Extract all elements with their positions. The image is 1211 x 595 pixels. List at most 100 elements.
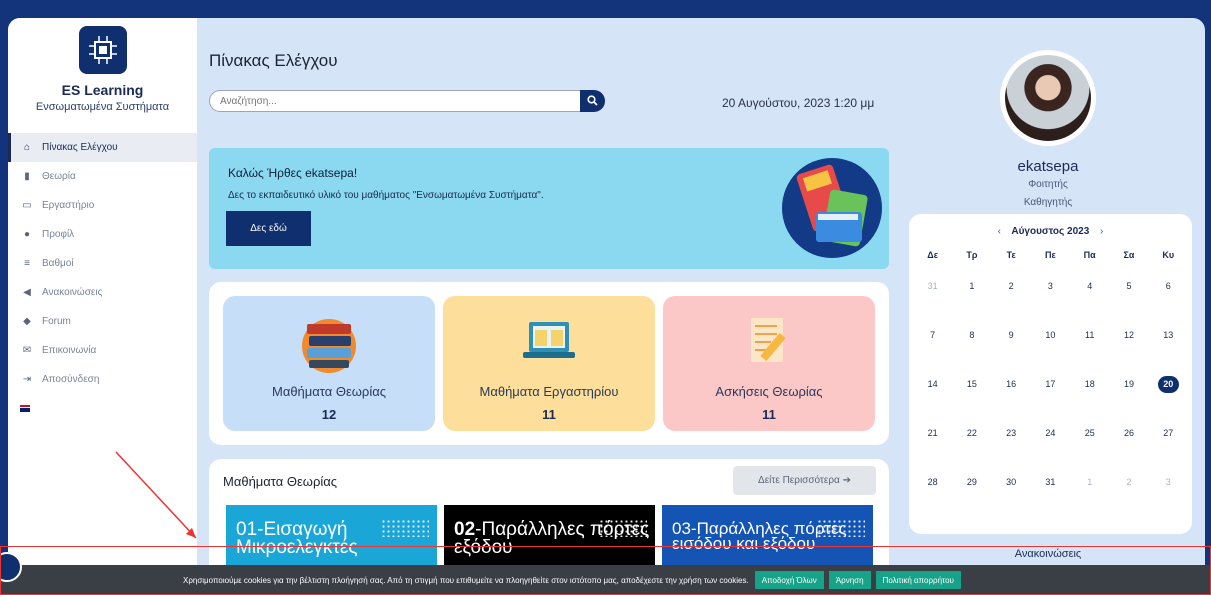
sidebar-item-label: Θεωρία	[42, 171, 76, 182]
calendar-day[interactable]: 3	[1031, 268, 1070, 317]
calendar-day[interactable]: 31	[1031, 464, 1070, 513]
stat-label: Μαθήματα Εργαστηρίου	[479, 384, 619, 399]
see-more-button[interactable]: Δείτε Περισσότερα ➔	[733, 466, 876, 495]
calendar-day[interactable]: 2	[1109, 464, 1148, 513]
see-here-button[interactable]: Δες εδώ	[226, 211, 311, 246]
announcements-label: Ανακοινώσεις	[1014, 548, 1082, 560]
sidebar-item-logout[interactable]: ⇥ Αποσύνδεση	[8, 365, 197, 394]
calendar-day[interactable]: 22	[952, 415, 991, 464]
current-datetime: 20 Αυγούστου, 2023 1:20 μμ	[722, 96, 875, 110]
calendar-day[interactable]: 17	[1031, 366, 1070, 415]
weekday-label: Πε	[1045, 250, 1056, 260]
books-stack-icon	[302, 319, 356, 373]
calendar-day[interactable]: 16	[992, 366, 1031, 415]
sidebar-item-label: Προφίλ	[42, 229, 75, 240]
calendar-week: 31 1 2 3 4 5 6	[913, 268, 1188, 317]
calendar-day[interactable]: 1	[952, 268, 991, 317]
calendar-grid: Δε Τρ Τε Πε Πα Σα Κυ 31 1 2 3 4 5 6 7 8 9 10 11 12 13 14 15 16 1…	[913, 250, 1188, 513]
calendar-day[interactable]: 18	[1070, 366, 1109, 415]
sidebar: ES Learning Ενσωματωμένα Συστήματα ⌂ Πίν…	[8, 18, 197, 595]
calendar-day[interactable]: 2	[992, 268, 1031, 317]
calendar-day[interactable]: 7	[913, 317, 952, 366]
dot-pattern-icon	[599, 519, 647, 537]
search-icon	[587, 94, 598, 106]
stat-label: Ασκήσεις Θεωρίας	[715, 384, 823, 399]
search-bar	[209, 90, 605, 112]
cookie-banner: Χρησιμοποιούμε cookies για την βέλτιστη …	[0, 565, 1211, 595]
home-icon: ⌂	[23, 142, 31, 153]
calendar-day[interactable]: 27	[1149, 415, 1188, 464]
profile-username: ekatsepa	[1017, 158, 1079, 175]
sidebar-item-contact[interactable]: ✉ Επικοινωνία	[8, 336, 197, 365]
sidebar-item-grades[interactable]: ≡ Βαθμοί	[8, 249, 197, 278]
calendar-day[interactable]: 21	[913, 415, 952, 464]
calendar-day[interactable]: 30	[992, 464, 1031, 513]
calendar-day[interactable]: 26	[1109, 415, 1148, 464]
privacy-policy-button[interactable]: Πολιτική απορρήτου	[875, 571, 961, 589]
calendar-day[interactable]: 15	[952, 366, 991, 415]
calendar-day[interactable]: 1	[1070, 464, 1109, 513]
stat-theory-courses[interactable]: Μαθήματα Θεωρίας 12	[223, 296, 435, 431]
calendar-day[interactable]: 14	[913, 366, 952, 415]
language-switch[interactable]	[8, 394, 197, 423]
sidebar-item-label: Αποσύνδεση	[42, 374, 100, 385]
section-title: Μαθήματα Θεωρίας	[223, 474, 338, 489]
logout-icon: ⇥	[22, 374, 32, 385]
profile-role-student: Φοιτητής	[1028, 179, 1068, 190]
sidebar-item-lab[interactable]: ▭ Εργαστήριο	[8, 191, 197, 220]
calendar-day[interactable]: 31	[913, 268, 952, 317]
sidebar-item-theory[interactable]: ▮ Θεωρία	[8, 162, 197, 191]
calendar-day[interactable]: 25	[1070, 415, 1109, 464]
calendar-day[interactable]: 29	[952, 464, 991, 513]
weekday-label: Κυ	[1162, 250, 1175, 260]
calendar-day[interactable]: 28	[913, 464, 952, 513]
dot-pattern-icon	[817, 519, 865, 537]
sidebar-item-label: Βαθμοί	[42, 258, 74, 269]
sidebar-item-label: Forum	[42, 316, 71, 327]
calendar-day[interactable]: 5	[1109, 268, 1148, 317]
calendar-day[interactable]: 8	[952, 317, 991, 366]
next-month-chevron-icon[interactable]: ›	[1100, 226, 1103, 237]
calendar-day[interactable]: 13	[1149, 317, 1188, 366]
calendar-day[interactable]: 23	[992, 415, 1031, 464]
sidebar-item-profile[interactable]: ● Προφίλ	[8, 220, 197, 249]
envelope-icon: ✉	[22, 345, 32, 356]
accept-all-button[interactable]: Αποδοχή Όλων	[754, 571, 824, 589]
calendar-day[interactable]: 12	[1109, 317, 1148, 366]
prev-month-chevron-icon[interactable]: ‹	[998, 226, 1001, 237]
calendar-day[interactable]: 19	[1109, 366, 1148, 415]
calendar-weekdays: Δε Τρ Τε Πε Πα Σα Κυ	[913, 250, 1188, 268]
calendar-day[interactable]: 4	[1070, 268, 1109, 317]
brand-name: ES Learning	[61, 82, 144, 98]
search-button[interactable]	[580, 90, 605, 112]
avatar[interactable]	[1000, 50, 1096, 146]
calendar-day[interactable]: 6	[1149, 268, 1188, 317]
search-input[interactable]	[209, 90, 583, 112]
weekday-label: Τε	[1006, 250, 1016, 260]
stat-theory-exercises[interactable]: Ασκήσεις Θεωρίας 11	[663, 296, 875, 431]
sidebar-item-label: Ανακοινώσεις	[42, 287, 103, 298]
reject-button[interactable]: Άρνηση	[828, 571, 871, 589]
calendar-day[interactable]: 10	[1031, 317, 1070, 366]
dot-pattern-icon	[381, 519, 429, 537]
calendar-week: 28 29 30 31 1 2 3	[913, 464, 1188, 513]
weekday-label: Τρ	[966, 250, 978, 260]
sidebar-item-label: Επικοινωνία	[42, 345, 97, 356]
sidebar-item-announcements[interactable]: ◀ Ανακοινώσεις	[8, 278, 197, 307]
stat-value: 11	[762, 407, 776, 422]
stat-lab-courses[interactable]: Μαθήματα Εργαστηρίου 11	[443, 296, 655, 431]
calendar-day[interactable]: 9	[992, 317, 1031, 366]
chat-icon: ◆	[23, 316, 31, 327]
calendar-day[interactable]: 11	[1070, 317, 1109, 366]
cookie-text: Χρησιμοποιούμε cookies για την βέλτιστη …	[183, 575, 749, 585]
sidebar-item-dashboard[interactable]: ⌂ Πίνακας Ελέγχου	[8, 133, 197, 162]
calendar-month: Αύγουστος 2023	[1011, 226, 1090, 237]
chip-logo-icon	[79, 26, 127, 74]
calendar-day[interactable]: 3	[1149, 464, 1188, 513]
calendar-week: 14 15 16 17 18 19 20	[913, 366, 1188, 415]
calendar-day[interactable]: 24	[1031, 415, 1070, 464]
sidebar-item-forum[interactable]: ◆ Forum	[8, 307, 197, 336]
calendar-day-today[interactable]: 20	[1149, 366, 1188, 415]
page-title: Πίνακας Ελέγχου	[209, 51, 338, 70]
welcome-heading: Καλώς Ήρθες ekatsepa!	[228, 166, 358, 180]
